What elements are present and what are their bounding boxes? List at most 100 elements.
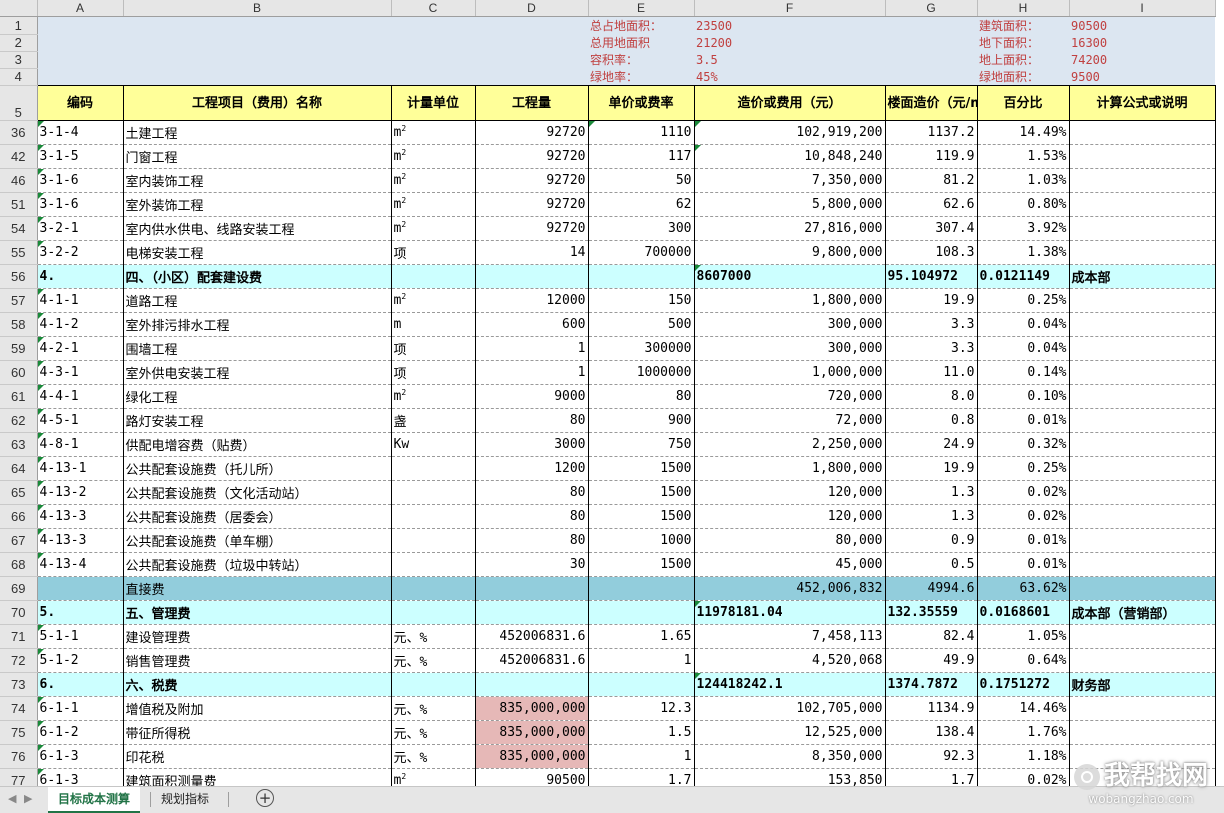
info-value-cell[interactable]: 23500 <box>694 17 885 35</box>
cell[interactable]: 3-2-1 <box>37 217 123 241</box>
cell[interactable]: 3-2-2 <box>37 241 123 265</box>
cell[interactable]: 0.10% <box>977 385 1069 409</box>
row-number[interactable]: 51 <box>0 193 37 217</box>
cell[interactable]: 452006831.6 <box>475 625 588 649</box>
cell[interactable] <box>1069 577 1215 601</box>
info-value-cell[interactable]: 3.5 <box>694 51 885 68</box>
cell[interactable]: 11.0 <box>885 361 977 385</box>
cell[interactable] <box>391 265 475 289</box>
header-cell[interactable]: 单价或费率 <box>588 86 694 121</box>
cell[interactable]: 452,006,832 <box>694 577 885 601</box>
cell[interactable]: 元、% <box>391 745 475 769</box>
cell[interactable]: 30 <box>475 553 588 577</box>
row-number[interactable]: 76 <box>0 745 37 769</box>
cell[interactable]: 四、（小区）配套建设费 <box>123 265 391 289</box>
cell[interactable] <box>588 265 694 289</box>
cell[interactable]: 1,000,000 <box>694 361 885 385</box>
cell[interactable]: 0.1751272 <box>977 673 1069 697</box>
cell[interactable]: 6-1-3 <box>37 769 123 787</box>
select-all-corner[interactable] <box>0 0 37 17</box>
cell[interactable]: 63.62% <box>977 577 1069 601</box>
header-cell[interactable]: 造价或费用（元） <box>694 86 885 121</box>
cell[interactable] <box>1069 361 1215 385</box>
cell[interactable] <box>475 34 588 51</box>
cell[interactable]: 0.14% <box>977 361 1069 385</box>
cell[interactable]: 14.46% <box>977 697 1069 721</box>
cell[interactable]: 0.0121149 <box>977 265 1069 289</box>
cell[interactable]: 1.5 <box>588 721 694 745</box>
cell[interactable] <box>37 51 123 68</box>
header-cell[interactable]: 计算公式或说明 <box>1069 86 1215 121</box>
cell[interactable] <box>475 68 588 86</box>
cell[interactable]: 300,000 <box>694 337 885 361</box>
cell[interactable]: 1.65 <box>588 625 694 649</box>
info-label-cell[interactable]: 地上面积： <box>977 51 1069 68</box>
row-number[interactable]: 60 <box>0 361 37 385</box>
cell[interactable] <box>1069 217 1215 241</box>
cell[interactable]: 1000 <box>588 529 694 553</box>
cell[interactable] <box>1069 193 1215 217</box>
cell[interactable]: 102,705,000 <box>694 697 885 721</box>
cell[interactable]: m <box>391 313 475 337</box>
cell[interactable]: 7,350,000 <box>694 169 885 193</box>
cell[interactable]: 1500 <box>588 505 694 529</box>
cell[interactable]: 盏 <box>391 409 475 433</box>
cell[interactable]: 72,000 <box>694 409 885 433</box>
cell[interactable]: 1.3 <box>885 481 977 505</box>
cell[interactable]: 土建工程 <box>123 121 391 145</box>
cell[interactable]: 直接费 <box>123 577 391 601</box>
cell[interactable]: 92720 <box>475 169 588 193</box>
cell[interactable]: 5. <box>37 601 123 625</box>
cell[interactable]: 4-5-1 <box>37 409 123 433</box>
cell[interactable]: 0.64% <box>977 649 1069 673</box>
cell[interactable] <box>885 34 977 51</box>
cell[interactable] <box>1069 697 1215 721</box>
cell[interactable]: 12,525,000 <box>694 721 885 745</box>
row-number[interactable]: 59 <box>0 337 37 361</box>
cell[interactable] <box>475 17 588 35</box>
cell[interactable]: 4-3-1 <box>37 361 123 385</box>
cell[interactable] <box>1069 121 1215 145</box>
row-number[interactable]: 72 <box>0 649 37 673</box>
cell[interactable]: 路灯安装工程 <box>123 409 391 433</box>
row-number[interactable]: 1 <box>0 17 37 35</box>
cell[interactable]: 3-1-6 <box>37 169 123 193</box>
cell[interactable] <box>391 673 475 697</box>
cell[interactable]: 供配电增容费（贴费） <box>123 433 391 457</box>
cell[interactable]: 120,000 <box>694 505 885 529</box>
cell[interactable] <box>588 577 694 601</box>
cell[interactable]: 2,250,000 <box>694 433 885 457</box>
row-number[interactable]: 46 <box>0 169 37 193</box>
cell[interactable]: 1.05% <box>977 625 1069 649</box>
cell[interactable]: 门窗工程 <box>123 145 391 169</box>
row-number[interactable]: 56 <box>0 265 37 289</box>
sheet-tab-planning-index[interactable]: 规划指标 <box>151 787 219 811</box>
spreadsheet-grid[interactable]: ABCDEFGHI1总占地面积：23500建筑面积：905002总用地面积212… <box>0 0 1224 786</box>
cell[interactable] <box>37 34 123 51</box>
cell[interactable]: 5-1-1 <box>37 625 123 649</box>
cell[interactable]: 80 <box>475 481 588 505</box>
row-number[interactable]: 54 <box>0 217 37 241</box>
cell[interactable]: 1.76% <box>977 721 1069 745</box>
cell[interactable]: 80 <box>475 409 588 433</box>
cell[interactable]: 0.25% <box>977 457 1069 481</box>
cell[interactable]: 室内供水供电、线路安装工程 <box>123 217 391 241</box>
row-number[interactable]: 69 <box>0 577 37 601</box>
cell[interactable]: 1134.9 <box>885 697 977 721</box>
cell[interactable] <box>1069 529 1215 553</box>
cell[interactable]: 0.0168601 <box>977 601 1069 625</box>
cell[interactable]: 室外排污排水工程 <box>123 313 391 337</box>
cell[interactable]: 3000 <box>475 433 588 457</box>
cell[interactable] <box>588 673 694 697</box>
cell[interactable]: 增值税及附加 <box>123 697 391 721</box>
cell[interactable] <box>885 68 977 86</box>
cell[interactable]: 24.9 <box>885 433 977 457</box>
cell[interactable]: 3-1-5 <box>37 145 123 169</box>
cell[interactable]: 1 <box>588 649 694 673</box>
cell[interactable]: 0.8 <box>885 409 977 433</box>
cell[interactable] <box>391 17 475 35</box>
cell[interactable]: 700000 <box>588 241 694 265</box>
cell[interactable]: 室内装饰工程 <box>123 169 391 193</box>
cell[interactable]: 19.9 <box>885 457 977 481</box>
cell[interactable]: 119.9 <box>885 145 977 169</box>
